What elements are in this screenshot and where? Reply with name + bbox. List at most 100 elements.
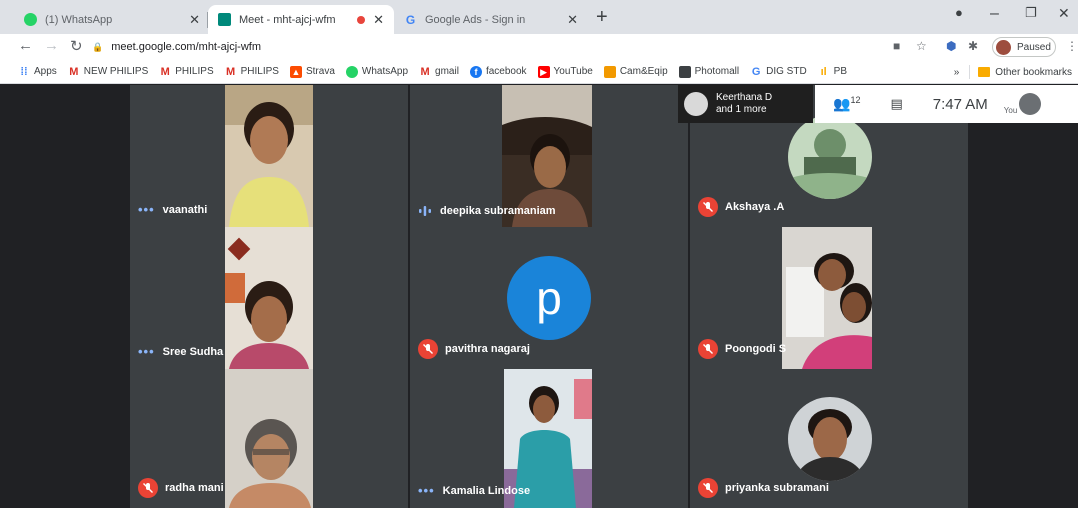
participant-name: Poongodi S [725,343,787,355]
participant-name: pavithra nagaraj [445,343,530,355]
profile-icon[interactable]: ● [955,5,963,20]
profile-paused-button[interactable]: Paused [992,37,1056,57]
participant-name: Kamalia Lindose [442,484,531,497]
bookmark-item[interactable]: ▲ Strava [289,65,335,78]
paused-label: Paused [1017,41,1051,53]
bookmark-label: Strava [305,66,335,77]
gmail-icon: M [226,65,236,78]
participant-nameplate: ••• Sree Sudha [138,344,223,359]
participant-video [225,85,313,227]
participant-tile-kamalia[interactable]: ••• Kamalia Lindose [410,369,688,508]
google-icon: G [405,12,416,27]
participant-name: deepika subramaniam [440,205,556,217]
folder-icon [978,67,991,77]
bookmark-label: PHILIPS [175,66,214,77]
back-arrow-icon[interactable]: ← [18,37,33,54]
bookmark-item[interactable]: M PHILIPS [225,66,279,78]
participant-tile-vaanathi[interactable]: ••• vaanathi [130,85,408,227]
close-window-button[interactable]: ✕ [1058,5,1070,22]
participant-nameplate: pavithra nagaraj [418,339,530,359]
whatsapp-icon [345,65,358,78]
forward-arrow-icon[interactable]: → [44,37,59,54]
participant-avatar [788,115,872,199]
url-text: meet.google.com/mht-ajcj-wfm [111,41,261,53]
menu-icon[interactable]: ⋮ [1066,39,1078,53]
bookmark-item[interactable]: Cam&Eqip [603,65,668,78]
bookmark-label: Apps [34,66,57,77]
self-avatar[interactable] [1019,93,1042,115]
close-tab-icon[interactable]: ✕ [567,12,578,28]
participant-tile-radha-mani[interactable]: radha mani [130,369,408,508]
participant-nameplate: radha mani [138,478,224,498]
participant-nameplate: ••• vaanathi [138,202,207,217]
bookmark-item[interactable]: ▶ YouTube [537,65,593,78]
participant-video [782,227,872,369]
bookmark-label: PB [833,66,848,77]
presenter-chip[interactable]: Keerthana D and 1 more [678,85,813,123]
google-icon: G [751,65,761,78]
chat-icon[interactable]: ▤ [890,96,902,112]
camera-icon[interactable]: ■ [893,39,900,53]
speaking-dots-icon: ••• [138,344,155,359]
people-count: 12 [850,95,861,106]
bookmark-icon [603,65,616,78]
photomall-icon [678,65,691,78]
address-bar[interactable]: 🔒 meet.google.com/mht-ajcj-wfm [92,36,882,58]
presenter-more: and 1 more [716,104,767,115]
gmail-icon: M [69,65,79,78]
participant-tile-deepika[interactable]: deepika subramaniam [410,85,688,227]
participant-tile-pavithra[interactable]: p pavithra nagaraj [410,227,688,369]
apps-grid-icon: ⁞⁞ [20,65,28,78]
tab-whatsapp[interactable]: (1) WhatsApp ✕ [14,5,210,34]
participant-name: vaanathi [162,203,208,216]
bookmark-item[interactable]: Photomall [678,65,739,78]
bookmark-item[interactable]: WhatsApp [345,65,409,78]
bookmark-label: PHILIPS [240,66,279,77]
bookmark-item[interactable]: M NEW PHILIPS [68,66,148,78]
bookmark-label: gmail [435,66,459,77]
participant-nameplate: ••• Kamalia Lindose [418,483,530,498]
participant-tile-sree-sudha[interactable]: ••• Sree Sudha [130,227,408,369]
bookmark-item[interactable]: M PHILIPS [159,65,214,78]
tab-meet[interactable]: Meet - mht-ajcj-wfm ✕ [208,5,394,34]
divider [969,65,971,79]
bookmark-label: YouTube [553,66,593,77]
extensions-icon[interactable]: ✱ [968,39,978,53]
restore-button[interactable]: ❐ [1025,5,1037,21]
new-tab-button[interactable]: + [596,6,608,29]
gmail-icon: M [420,65,430,78]
avatar [684,92,708,116]
shield-icon[interactable]: ⬢ [946,39,956,53]
bookmark-item[interactable]: ıl PB [818,66,847,78]
bookmark-label: Cam&Eqip [619,66,668,77]
speaking-dots-icon: ••• [418,483,435,498]
participant-tile-poongodi[interactable]: Poongodi S [690,227,968,369]
bookmark-item[interactable]: M gmail [419,66,459,78]
participant-avatar: p [507,256,591,340]
chevron-double-right-icon[interactable]: » [954,67,960,78]
participant-name: Akshaya .A [725,201,785,213]
close-tab-icon[interactable]: ✕ [373,12,384,28]
meet-grid: ••• vaanathi deepika subramaniam Akshaya… [0,85,1078,508]
facebook-icon: f [469,65,482,78]
bookmark-item[interactable]: f facebook [469,65,527,78]
people-button[interactable]: 👥12 [833,95,860,113]
whatsapp-icon [24,13,37,26]
participant-nameplate: deepika subramaniam [418,205,556,217]
tab-google-ads[interactable]: G Google Ads - Sign in ✕ [394,5,588,34]
bookmark-label: DIG STD [766,66,807,77]
participant-tile-priyanka[interactable]: priyanka subramani [690,369,968,508]
mic-off-icon [418,339,438,359]
star-icon[interactable]: ☆ [916,39,927,53]
other-bookmarks-label: Other bookmarks [995,66,1072,78]
minimize-button[interactable]: – [990,5,999,23]
reload-icon[interactable]: ↻ [70,37,83,55]
bookmark-item[interactable]: ⁞⁞ Apps [18,65,57,78]
bookmark-label: WhatsApp [361,66,409,77]
avatar-image [788,397,872,481]
participant-avatar [788,397,872,481]
close-tab-icon[interactable]: ✕ [189,12,200,28]
bookmark-item[interactable]: G DIG STD [750,66,807,78]
gmail-icon: M [160,65,170,78]
other-bookmarks[interactable]: » Other bookmarks [954,65,1072,79]
